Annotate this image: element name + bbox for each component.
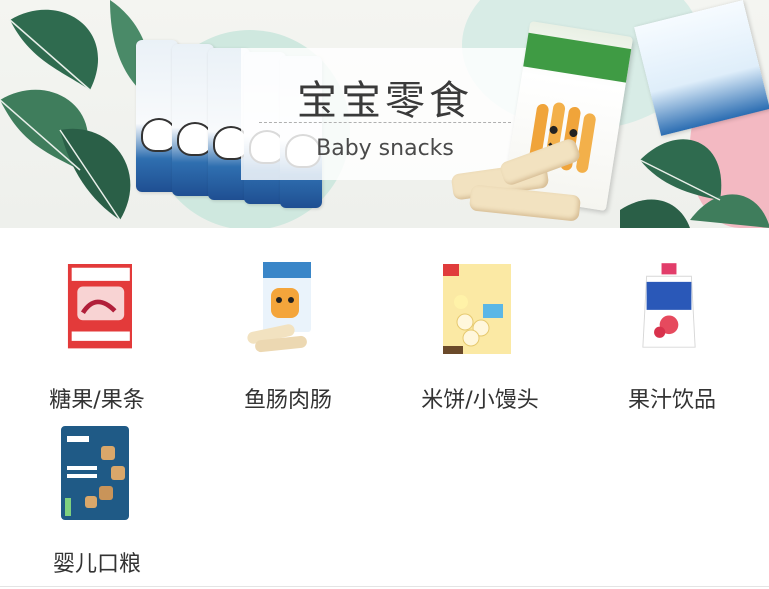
- hero-banner[interactable]: 宝宝零食 Baby snacks: [0, 0, 769, 228]
- category-item-baby-food[interactable]: 婴儿口粮: [22, 412, 172, 577]
- category-label: 果汁饮品: [627, 388, 716, 413]
- fish-sausage-pack-icon: [247, 262, 311, 353]
- banner-title-card: 宝宝零食 Baby snacks: [241, 48, 529, 180]
- banner-title-en: Baby snacks: [316, 136, 454, 161]
- category-item-juice[interactable]: 果汁饮品: [597, 248, 747, 413]
- category-label: 米饼/小馒头: [421, 388, 539, 413]
- category-item-rice-cake[interactable]: 米饼/小馒头: [405, 248, 555, 413]
- category-label: 糖果/果条: [49, 388, 145, 413]
- category-item-candy[interactable]: 糖果/果条: [22, 248, 172, 413]
- rice-puff-box-icon: [443, 264, 511, 354]
- category-item-fish-sausage[interactable]: 鱼肠肉肠: [213, 248, 363, 413]
- category-label: 婴儿口粮: [52, 552, 141, 577]
- fruit-wriggles-box-icon: [67, 264, 132, 349]
- animal-crackers-bag-icon: [61, 426, 129, 520]
- title-divider: [259, 122, 511, 123]
- tropical-leaves-right-icon: [620, 139, 769, 228]
- bottom-divider: [0, 586, 769, 587]
- juice-pouch-icon: [642, 263, 696, 348]
- category-grid: 糖果/果条 鱼肠肉肠 米饼/小馒头 果汁饮品 婴儿口粮: [0, 228, 769, 589]
- category-label: 鱼肠肉肠: [243, 388, 332, 413]
- banner-title-cn: 宝宝零食: [297, 78, 473, 124]
